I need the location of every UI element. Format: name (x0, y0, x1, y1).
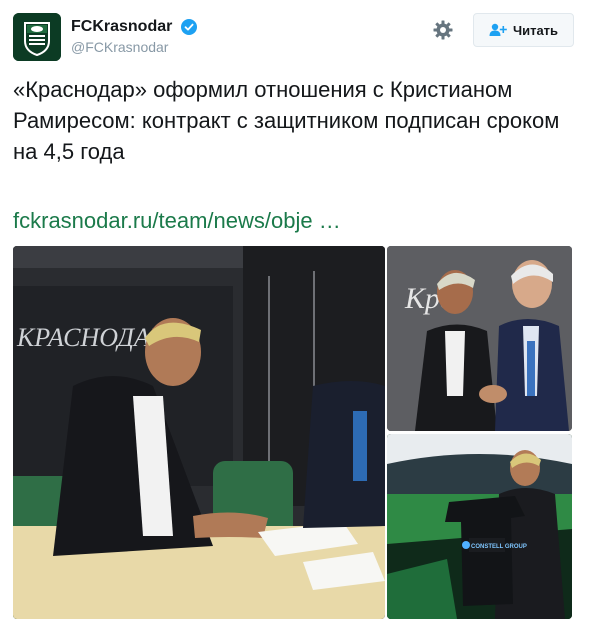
shirt-sponsor-text: CONSTELL GROUP (471, 544, 527, 550)
photo-handshake[interactable]: Крас (387, 246, 572, 431)
photo-stadium-shirt[interactable]: CONSTELL GROUP (387, 434, 572, 619)
tweet-header: FCKrasnodar @FCKrasnodar Читать (13, 13, 574, 61)
display-name[interactable]: FCKrasnodar (71, 18, 172, 36)
tweet-link[interactable]: fckrasnodar.ru/team/news/obje … (13, 205, 341, 236)
follow-button[interactable]: Читать (473, 13, 574, 47)
account-names: FCKrasnodar @FCKrasnodar (71, 18, 197, 55)
photo-contract-signing[interactable]: КРАСНОДАР (13, 246, 385, 619)
account-handle[interactable]: @FCKrasnodar (71, 39, 197, 55)
add-user-icon (489, 23, 507, 37)
fc-krasnodar-crest-icon (13, 13, 61, 61)
avatar[interactable] (13, 13, 61, 61)
verified-badge-icon (180, 19, 197, 35)
follow-label: Читать (512, 22, 559, 38)
gear-icon[interactable] (432, 19, 454, 41)
tweet-text: «Краснодар» оформил отношения с Кристиан… (13, 77, 560, 164)
wall-logo-text: КРАСНОДАР (16, 323, 166, 352)
media-grid: КРАСНОДАР Крас CONSTELL GROUP (13, 246, 572, 619)
